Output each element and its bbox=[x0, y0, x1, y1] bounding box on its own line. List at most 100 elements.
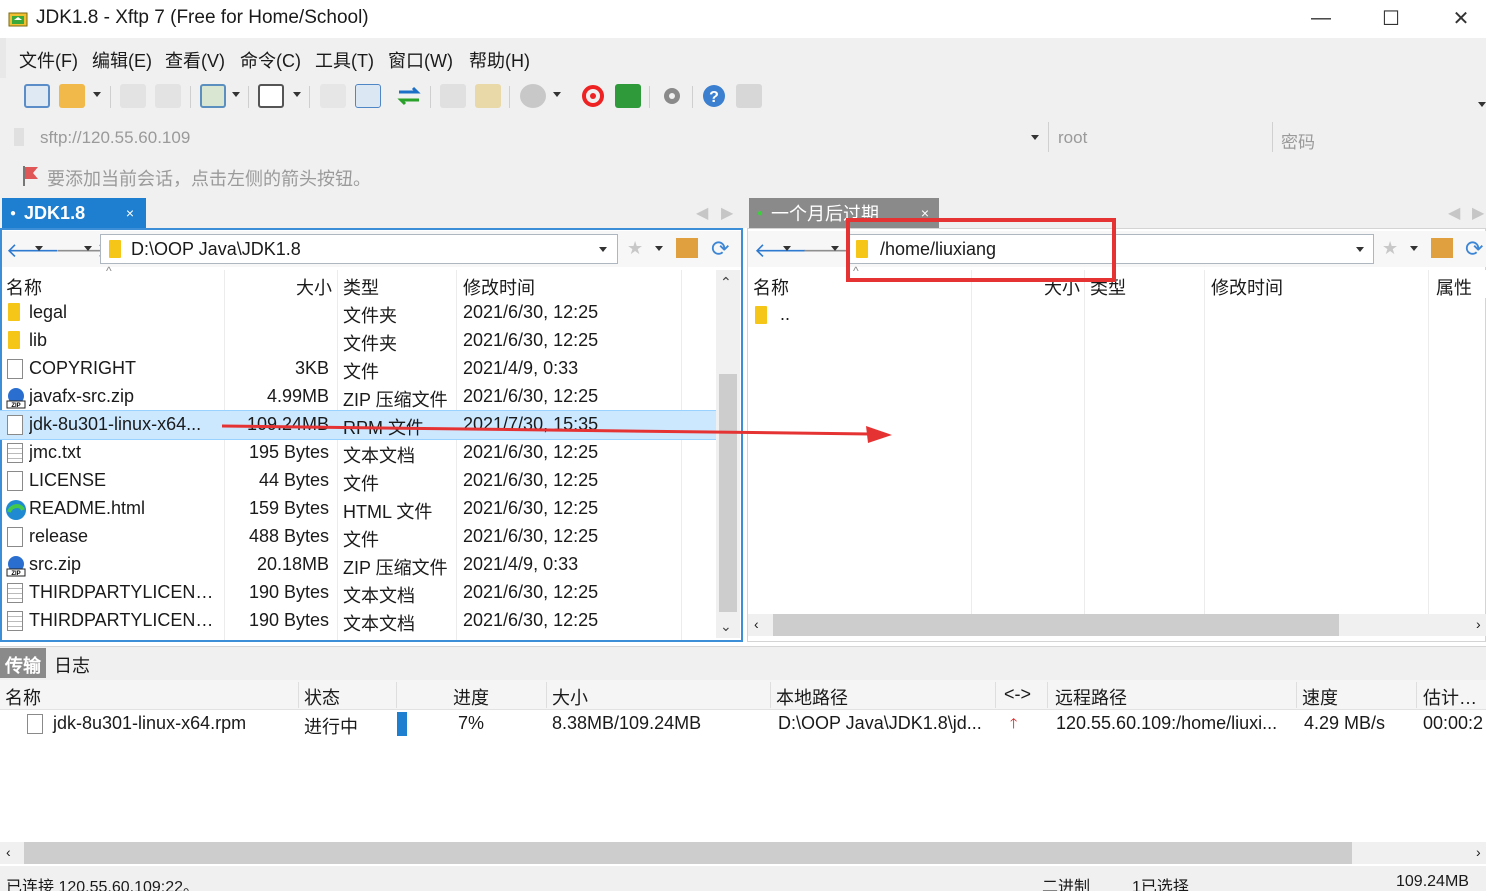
scroll-left-icon[interactable]: ‹ bbox=[6, 844, 11, 860]
col-modified[interactable]: 修改时间 bbox=[463, 274, 535, 300]
bookmark-flag-icon[interactable] bbox=[22, 165, 40, 192]
chevron-down-icon[interactable] bbox=[783, 246, 791, 251]
file-row[interactable]: ZIP src.zip 20.18MB ZIP 压缩文件 2021/4/9, 0:33 bbox=[0, 551, 716, 579]
disconnect-icon[interactable] bbox=[155, 84, 181, 108]
menu-window[interactable]: 窗口(W) bbox=[388, 47, 453, 73]
chevron-down-icon[interactable] bbox=[1410, 246, 1418, 251]
tab-transfer[interactable]: 传输 bbox=[0, 648, 46, 678]
menu-view[interactable]: 查看(V) bbox=[165, 47, 225, 73]
tab-close-icon[interactable]: × bbox=[126, 205, 134, 221]
chevron-down-icon[interactable] bbox=[293, 92, 301, 97]
minimize-button[interactable]: — bbox=[1286, 0, 1356, 36]
chevron-down-icon[interactable] bbox=[93, 92, 101, 97]
stop-icon[interactable] bbox=[520, 84, 546, 108]
menu-tools[interactable]: 工具(T) bbox=[315, 47, 374, 73]
col-modified[interactable]: 修改时间 bbox=[1211, 274, 1283, 300]
col-name[interactable]: 名称 bbox=[753, 274, 789, 300]
menu-help[interactable]: 帮助(H) bbox=[469, 47, 530, 73]
xfer-col-eta[interactable]: 估计剩余 bbox=[1423, 684, 1486, 710]
tab-scroll-right-icon[interactable]: ▶ bbox=[721, 203, 733, 223]
xfer-col-local[interactable]: 本地路径 bbox=[776, 684, 848, 710]
star-icon[interactable]: ★ bbox=[1382, 238, 1398, 259]
password-input[interactable]: 密码 bbox=[1273, 122, 1483, 152]
col-name[interactable]: 名称 bbox=[6, 274, 42, 300]
refresh-icon[interactable]: ⟳ bbox=[711, 236, 729, 262]
help-icon[interactable]: ? bbox=[701, 84, 727, 108]
xfer-col-progress[interactable]: 进度 bbox=[453, 684, 489, 710]
xfer-col-size[interactable]: 大小 bbox=[552, 684, 588, 710]
connect-icon[interactable] bbox=[120, 84, 146, 108]
file-row[interactable]: README.html 159 Bytes HTML 文件 2021/6/30, 12… bbox=[0, 495, 716, 523]
local-path-input[interactable]: D:\OOP Java\JDK1.8 bbox=[100, 234, 618, 264]
file-row[interactable]: legal 文件夹 2021/6/30, 12:25 bbox=[0, 299, 716, 327]
chevron-down-icon[interactable] bbox=[553, 92, 561, 97]
file-row[interactable]: THIRDPARTYLICENS... 190 Bytes 文本文档 2021/6/3… bbox=[0, 579, 716, 607]
xshell-icon[interactable] bbox=[580, 84, 606, 108]
close-button[interactable]: ✕ bbox=[1426, 0, 1486, 36]
home-folder-icon[interactable] bbox=[1431, 238, 1453, 258]
toolbar-separator bbox=[110, 86, 111, 108]
xfer-col-name[interactable]: 名称 bbox=[5, 684, 41, 710]
gear-icon[interactable] bbox=[659, 84, 685, 108]
menu-edit[interactable]: 编辑(E) bbox=[92, 47, 152, 73]
scrollbar-thumb[interactable] bbox=[24, 842, 1352, 864]
back-arrow-icon[interactable]: 🡐 bbox=[6, 238, 60, 263]
scroll-up-icon[interactable]: ⌃ bbox=[720, 274, 732, 291]
open-folder-icon[interactable] bbox=[59, 84, 85, 108]
new-window-icon[interactable] bbox=[200, 84, 226, 108]
col-type[interactable]: 类型 bbox=[343, 274, 379, 300]
chevron-down-icon[interactable] bbox=[599, 247, 607, 252]
xftp-icon[interactable] bbox=[615, 84, 641, 108]
xfer-col-remote[interactable]: 远程路径 bbox=[1055, 684, 1127, 710]
home-folder-icon[interactable] bbox=[676, 238, 698, 258]
file-row[interactable]: COPYRIGHT 3KB 文件 2021/4/9, 0:33 bbox=[0, 355, 716, 383]
tab-scroll-left-icon[interactable]: ◀ bbox=[1448, 203, 1460, 223]
upload-icon[interactable] bbox=[355, 84, 381, 108]
menu-command[interactable]: 命令(C) bbox=[240, 47, 301, 73]
xfer-col-speed[interactable]: 速度 bbox=[1302, 684, 1338, 710]
col-size[interactable]: 大小 bbox=[240, 274, 332, 300]
tab-scroll-right-icon[interactable]: ▶ bbox=[1472, 203, 1484, 223]
host-input[interactable]: sftp://120.55.60.109 bbox=[32, 122, 1042, 152]
terminal-icon[interactable] bbox=[258, 84, 284, 108]
back-arrow-icon[interactable]: 🡐 bbox=[754, 238, 808, 263]
username-input[interactable]: root bbox=[1050, 122, 1270, 152]
file-row[interactable]: ZIP javafx-src.zip 4.99MB ZIP 压缩文件 2021/6/30… bbox=[0, 383, 716, 411]
file-row[interactable]: LICENSE 44 Bytes 文件 2021/6/30, 12:25 bbox=[0, 467, 716, 495]
scroll-left-icon[interactable]: ‹ bbox=[754, 616, 759, 632]
chevron-down-icon[interactable] bbox=[1478, 102, 1486, 107]
file-row[interactable]: release 488 Bytes 文件 2021/6/30, 12:25 bbox=[0, 523, 716, 551]
chevron-down-icon[interactable] bbox=[831, 246, 839, 251]
chevron-down-icon[interactable] bbox=[35, 246, 43, 251]
sync-arrows-icon[interactable] bbox=[396, 84, 422, 108]
scroll-right-icon[interactable]: › bbox=[1476, 616, 1481, 632]
chevron-down-icon[interactable] bbox=[655, 246, 663, 251]
chevron-down-icon[interactable] bbox=[84, 246, 92, 251]
scrollbar-thumb[interactable] bbox=[773, 614, 1339, 636]
chevron-down-icon[interactable] bbox=[232, 92, 240, 97]
paste-icon[interactable] bbox=[475, 84, 501, 108]
scroll-right-icon[interactable]: › bbox=[1476, 844, 1481, 860]
scrollbar-thumb[interactable] bbox=[719, 374, 737, 612]
col-attributes[interactable]: 属性 bbox=[1436, 274, 1472, 300]
file-row[interactable]: THIRDPARTYLICENS... 190 Bytes 文本文档 2021/6/3… bbox=[0, 607, 716, 635]
parent-dir-row[interactable]: .. bbox=[755, 304, 790, 325]
tab-log[interactable]: 日志 bbox=[54, 652, 90, 678]
chat-icon[interactable] bbox=[736, 84, 762, 108]
download-icon[interactable] bbox=[320, 84, 346, 108]
copy-icon[interactable] bbox=[440, 84, 466, 108]
scroll-down-icon[interactable]: ⌄ bbox=[720, 618, 732, 635]
menu-file[interactable]: 文件(F) bbox=[19, 47, 78, 73]
xfer-col-status[interactable]: 状态 bbox=[304, 684, 340, 710]
new-session-icon[interactable] bbox=[24, 84, 50, 108]
chevron-down-icon[interactable] bbox=[1356, 247, 1364, 252]
file-row[interactable]: lib 文件夹 2021/6/30, 12:25 bbox=[0, 327, 716, 355]
tab-jdk18[interactable]: ● JDK1.8 × bbox=[2, 198, 146, 228]
chevron-down-icon[interactable] bbox=[1031, 135, 1039, 140]
refresh-icon[interactable]: ⟳ bbox=[1465, 236, 1483, 262]
tab-scroll-left-icon[interactable]: ◀ bbox=[696, 203, 708, 223]
connected-dot-icon: ● bbox=[757, 207, 764, 219]
star-icon[interactable]: ★ bbox=[627, 238, 643, 259]
xfer-col-direction[interactable]: <-> bbox=[1004, 684, 1031, 705]
maximize-button[interactable]: ☐ bbox=[1356, 0, 1426, 36]
